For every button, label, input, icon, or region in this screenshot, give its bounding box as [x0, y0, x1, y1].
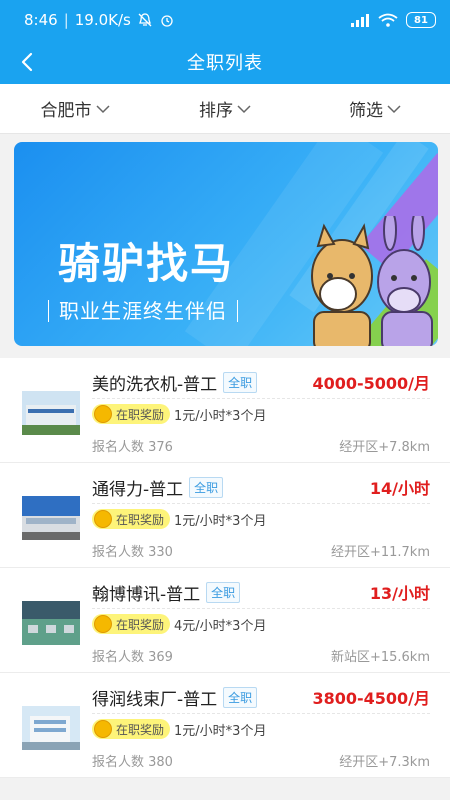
signup-count: 报名人数 369 [92, 650, 173, 665]
reward-badge-label: 在职奖励 [116, 407, 165, 422]
signal-icon [351, 14, 369, 27]
job-location: 经开区+7.8km [339, 440, 430, 455]
job-type-tag: 全职 [206, 582, 241, 603]
mute-icon [138, 13, 152, 27]
app-header: 全职列表 [0, 40, 450, 84]
reward-badge: 在职奖励 [92, 404, 171, 424]
job-reward: 在职奖励 1元/小时*3个月 [92, 509, 266, 529]
banner-subtitle: 职业生涯终生伴侣 [48, 300, 238, 322]
chevron-down-icon [237, 104, 251, 113]
filter-screen[interactable]: 筛选 [300, 84, 450, 133]
reward-text: 1元/小时*3个月 [174, 408, 267, 424]
banner-title: 骑驴找马 [58, 239, 235, 288]
chevron-down-icon [95, 104, 110, 113]
reward-badge-label: 在职奖励 [116, 512, 165, 527]
reward-badge: 在职奖励 [92, 614, 171, 634]
job-type-tag: 全职 [223, 687, 258, 708]
reward-text: 4元/小时*3个月 [174, 618, 267, 634]
alarm-icon [161, 15, 173, 27]
job-list: 美的洗衣机-普工 全职 4000-5000/月 在职奖励 1元/小时*3个月 报… [0, 358, 450, 778]
job-title: 翰博博讯-普工 全职 [92, 580, 241, 605]
job-title: 美的洗衣机-普工 全职 [92, 370, 258, 395]
filter-city[interactable]: 合肥市 [0, 84, 150, 133]
promo-banner[interactable]: 骑驴找马 职业生涯终生伴侣 [14, 142, 438, 346]
filter-city-label: 合肥市 [40, 101, 92, 121]
signup-count: 报名人数 330 [92, 545, 173, 560]
job-reward: 在职奖励 1元/小时*3个月 [92, 404, 266, 424]
filter-sort[interactable]: 排序 [150, 84, 300, 133]
job-salary: 14/小时 [369, 479, 430, 498]
reward-text: 1元/小时*3个月 [174, 513, 267, 529]
job-salary: 4000-5000/月 [312, 374, 430, 393]
battery-icon: 81 [406, 12, 436, 28]
divider [92, 608, 430, 609]
coin-icon [94, 615, 112, 633]
job-reward: 在职奖励 4元/小时*3个月 [92, 614, 266, 634]
job-name: 得润线束厂-普工 [92, 690, 218, 710]
company-photo [22, 706, 80, 750]
signup-count: 报名人数 380 [92, 755, 173, 770]
job-item[interactable]: 通得力-普工 全职 14/小时 在职奖励 1元/小时*3个月 报名人数 330 … [0, 463, 450, 568]
chevron-down-icon [387, 104, 401, 113]
job-title: 通得力-普工 全职 [92, 475, 224, 500]
divider [92, 713, 430, 714]
divider [92, 503, 430, 504]
reward-badge: 在职奖励 [92, 719, 171, 739]
job-salary: 13/小时 [369, 584, 430, 603]
job-title: 得润线束厂-普工 全职 [92, 685, 258, 710]
status-speed: 19.0K/s [74, 11, 131, 29]
reward-badge-label: 在职奖励 [116, 722, 165, 737]
job-item[interactable]: 翰博博讯-普工 全职 13/小时 在职奖励 4元/小时*3个月 报名人数 369… [0, 568, 450, 673]
job-item[interactable]: 得润线束厂-普工 全职 3800-4500/月 在职奖励 1元/小时*3个月 报… [0, 673, 450, 778]
filter-screen-label: 筛选 [349, 101, 383, 121]
job-type-tag: 全职 [223, 372, 258, 393]
coin-icon [94, 405, 112, 423]
reward-badge-label: 在职奖励 [116, 617, 165, 632]
job-name: 通得力-普工 [92, 480, 184, 500]
status-bar: 8:46 | 19.0K/s 81 [0, 0, 450, 40]
reward-badge: 在职奖励 [92, 509, 171, 529]
job-reward: 在职奖励 1元/小时*3个月 [92, 719, 266, 739]
wifi-icon [378, 13, 398, 27]
signup-count: 报名人数 376 [92, 440, 173, 455]
coin-icon [94, 510, 112, 528]
job-item[interactable]: 美的洗衣机-普工 全职 4000-5000/月 在职奖励 1元/小时*3个月 报… [0, 358, 450, 463]
coin-icon [94, 720, 112, 738]
back-arrow-icon[interactable] [14, 48, 42, 76]
filter-sort-label: 排序 [199, 101, 233, 121]
page-title: 全职列表 [187, 53, 263, 74]
job-location: 经开区+11.7km [330, 545, 430, 560]
company-photo [22, 601, 80, 645]
divider [92, 398, 430, 399]
status-separator: | [63, 11, 69, 29]
job-type-tag: 全职 [189, 477, 224, 498]
job-location: 经开区+7.3km [339, 755, 430, 770]
job-location: 新站区+15.6km [330, 650, 430, 665]
filter-bar: 合肥市 排序 筛选 [0, 84, 450, 134]
job-salary: 3800-4500/月 [312, 689, 430, 708]
company-photo [22, 391, 80, 435]
horse-donkey-illustration [311, 216, 433, 346]
job-name: 美的洗衣机-普工 [92, 375, 218, 395]
job-name: 翰博博讯-普工 [92, 585, 201, 605]
company-photo [22, 496, 80, 540]
reward-text: 1元/小时*3个月 [174, 723, 267, 739]
status-time: 8:46 [24, 11, 58, 29]
